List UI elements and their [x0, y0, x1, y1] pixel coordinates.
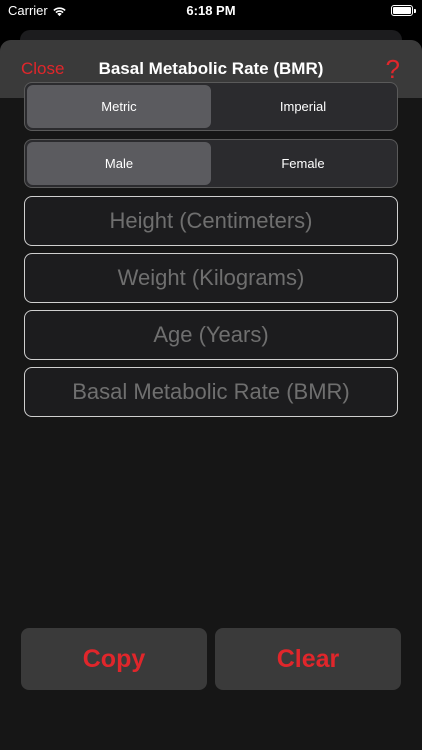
segment-imperial[interactable]: Imperial [211, 85, 395, 128]
gender-segmented-control: Male Female [24, 139, 398, 188]
bmr-result-field[interactable] [24, 367, 398, 417]
status-time: 6:18 PM [186, 3, 236, 18]
units-segmented-control: Metric Imperial [24, 82, 398, 131]
copy-button[interactable]: Copy [21, 628, 207, 690]
age-input[interactable] [24, 310, 398, 360]
clear-button[interactable]: Clear [215, 628, 401, 690]
segment-male[interactable]: Male [27, 142, 211, 185]
height-input[interactable] [24, 196, 398, 246]
help-button[interactable]: ? [386, 54, 400, 85]
weight-input[interactable] [24, 253, 398, 303]
page-title: Basal Metabolic Rate (BMR) [98, 59, 324, 78]
status-bar: Carrier 6:18 PM [0, 0, 422, 24]
battery-icon [391, 5, 416, 16]
segment-metric[interactable]: Metric [27, 85, 211, 128]
segment-female[interactable]: Female [211, 142, 395, 185]
